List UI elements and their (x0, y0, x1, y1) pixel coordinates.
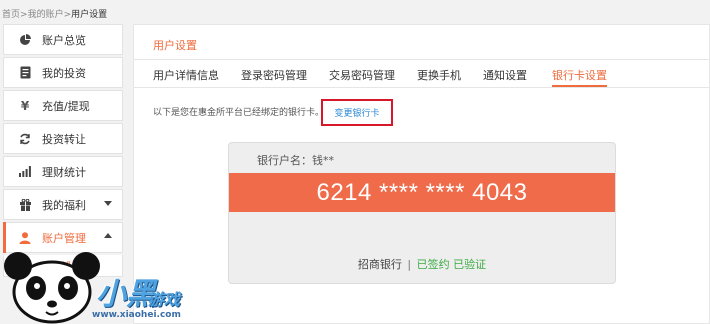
breadcrumb-separator: > (63, 10, 72, 20)
breadcrumb: 首页>我的账户>用户设置 (2, 7, 107, 20)
divider (134, 87, 709, 88)
sidebar-item-label: 充值/提现 (42, 99, 90, 113)
watermark-text: 小黑 (96, 277, 156, 312)
breadcrumb-home[interactable]: 首页 (2, 10, 20, 20)
card-footer: 招商银行 | 已签约 已验证 (229, 256, 615, 272)
document-icon (18, 66, 32, 80)
sidebar-item-account-management[interactable]: 账户管理 (3, 222, 123, 253)
sidebar-item-label: 账户总览 (42, 33, 86, 47)
card-status: 已签约 已验证 (416, 258, 487, 271)
bar-chart-icon (18, 165, 32, 179)
tab-notification-settings[interactable]: 通知设置 (483, 67, 527, 83)
chevron-down-icon (104, 201, 112, 206)
breadcrumb-current: 用户设置 (71, 10, 108, 20)
yen-icon: ¥ (20, 98, 30, 113)
breadcrumb-account[interactable]: 我的账户 (28, 10, 64, 20)
tab-change-phone[interactable]: 更换手机 (417, 67, 461, 83)
settings-tabs: 用户详情信息 登录密码管理 交易密码管理 更换手机 通知设置 银行卡设置 (134, 67, 709, 87)
change-bank-card-link[interactable]: 变更银行卡 (321, 99, 393, 126)
bank-name: 招商银行 (357, 258, 402, 271)
card-number: 6214 **** **** 4043 (229, 173, 615, 212)
sidebar-item-benefits[interactable]: 我的福利 (3, 189, 123, 220)
sidebar-item-statistics[interactable]: 理财统计 (3, 156, 123, 187)
user-icon (18, 231, 32, 245)
watermark-text-2: 游戏 (148, 290, 181, 309)
tab-login-password[interactable]: 登录密码管理 (241, 67, 307, 83)
sidebar-item-transfer[interactable]: 投资转让 (3, 123, 123, 154)
pie-chart-icon (18, 33, 32, 47)
chevron-up-icon (104, 233, 112, 238)
sidebar-item-recharge[interactable]: ¥ 充值/提现 (3, 90, 123, 121)
tab-bank-card-settings[interactable]: 银行卡设置 (552, 67, 607, 87)
separator: | (407, 258, 412, 271)
sidebar-item-label: 我的投资 (42, 66, 86, 80)
tab-user-details[interactable]: 用户详情信息 (153, 67, 219, 83)
gift-icon (18, 198, 32, 212)
divider (134, 59, 709, 60)
sidebar-item-investments[interactable]: 我的投资 (3, 57, 123, 88)
breadcrumb-separator: > (20, 10, 28, 20)
sidebar-item-label: 我的福利 (42, 198, 86, 212)
tab-trade-password[interactable]: 交易密码管理 (329, 67, 395, 83)
sidebar-item-label: 投资转让 (42, 132, 86, 146)
bank-card: 银行户名：钱** 6214 **** **** 4043 招商银行 | 已签约 … (228, 142, 616, 284)
bound-card-info-text: 以下是您在惠金所平台已经绑定的银行卡。 (153, 108, 325, 118)
page-title: 用户设置 (153, 39, 197, 52)
main-panel: 用户设置 用户详情信息 登录密码管理 交易密码管理 更换手机 通知设置 银行卡设… (133, 24, 710, 324)
sidebar-item-label: 账户管理 (42, 231, 86, 245)
sidebar-item-overview[interactable]: 账户总览 (3, 24, 123, 55)
watermark-url: www.xiaohei.com (92, 310, 181, 320)
card-holder-name: 银行户名：钱** (257, 154, 334, 167)
sidebar-item-label: 理财统计 (42, 165, 86, 179)
refresh-icon (18, 132, 32, 146)
